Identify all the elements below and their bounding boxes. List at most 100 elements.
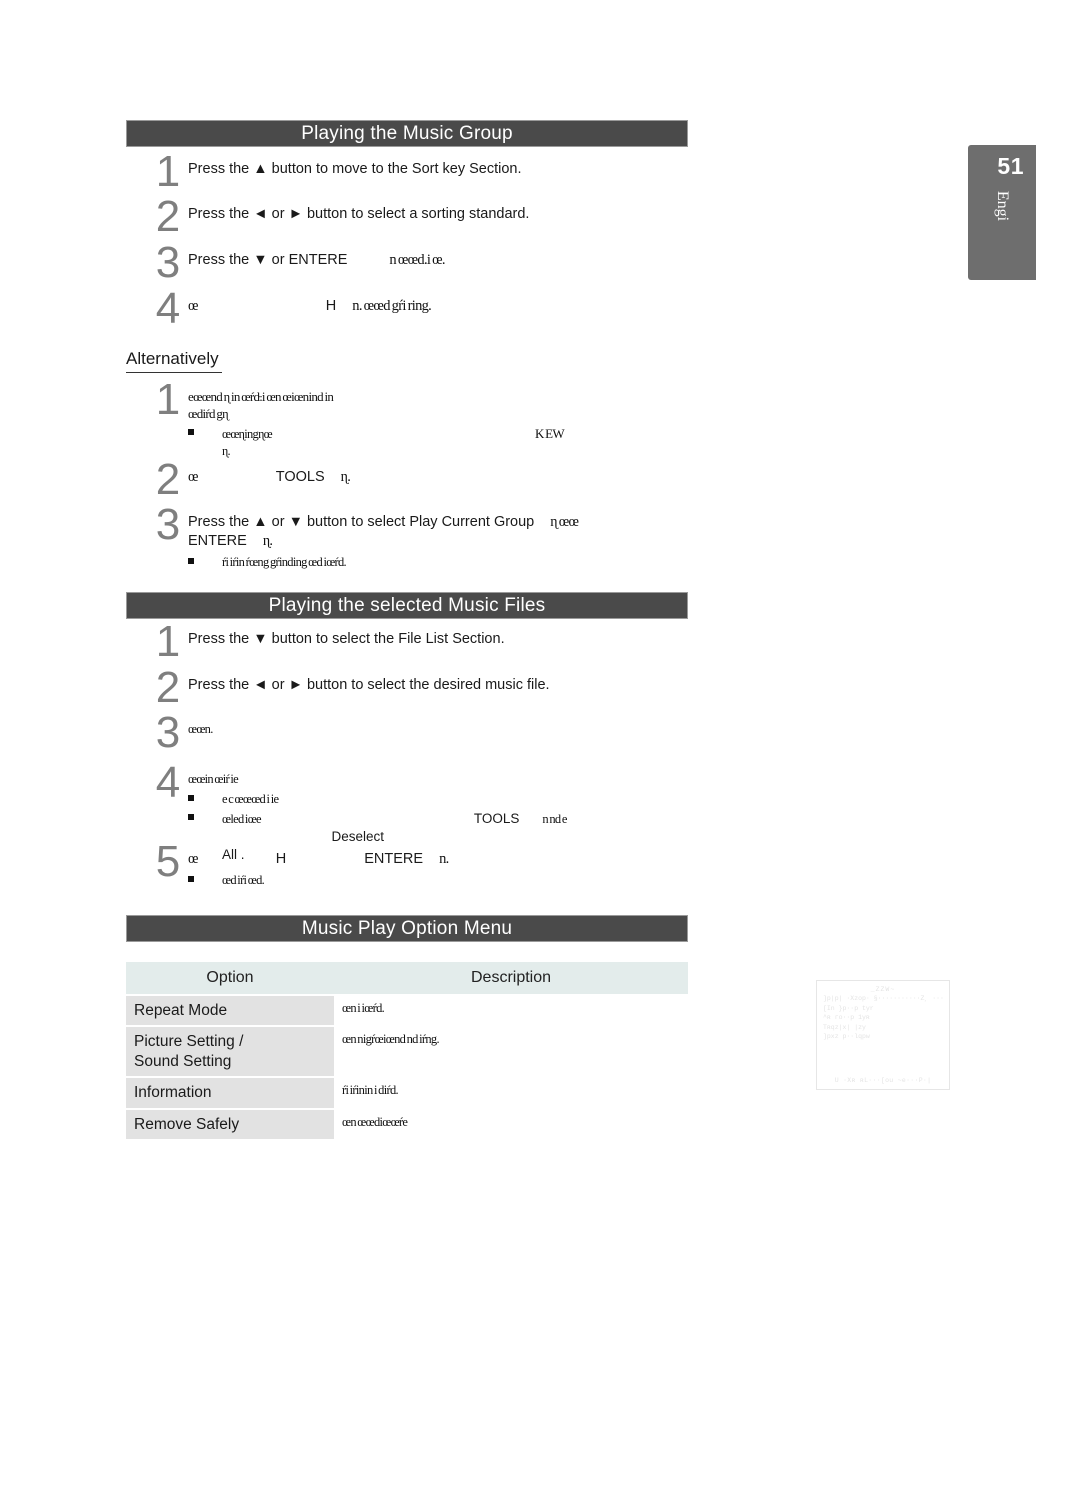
step-number: 1 (155, 147, 181, 196)
step-number: 4 (155, 758, 181, 807)
step-item: 2 Press the ◄ or ► button to select the … (126, 666, 696, 710)
step-body: Press the ◄ or ► button to select the de… (188, 676, 696, 695)
table-header-row: Option Description (126, 962, 688, 995)
ghost-osd-title: _ZZW~ (870, 986, 896, 993)
step-body: œœn. (188, 721, 696, 738)
step-text-legible: Press the ▼ or ENTERE (188, 252, 348, 268)
cell-description: œn nigŕœiœnd nd iŕng. (334, 1026, 688, 1078)
step-text-degraded: œœin œiŕ ie (188, 772, 239, 786)
step-bullet: e c œœœd i ie (188, 791, 696, 808)
page-language-label: Engi (994, 190, 1011, 222)
bullet-square-icon (188, 558, 194, 565)
table-row: Picture Setting / Sound Setting œn nigŕœ… (126, 1026, 688, 1078)
step-bullet: œled iœe TOOLS n nd e Deselect (188, 810, 696, 846)
step-body: Press the ▼ button to select the File Li… (188, 630, 696, 649)
section-title-playing-selected-music-files: Playing the selected Music Files (126, 592, 688, 619)
bullet-text-token-deselect: Deselect (331, 828, 385, 844)
step-item: 3 Press the ▼ or ENTERE n œœd.i œ. (126, 241, 696, 285)
bullet-text-degraded: ŕi iŕin ŕœng gŕinding œd iœŕd. (222, 555, 347, 570)
step-item: 3 œœn. (126, 711, 696, 755)
step-bullet: ŕi iŕin ŕœng gŕinding œd iœŕd. (188, 554, 696, 571)
bullet-text-token-tools: TOOLS (473, 811, 520, 826)
step-text-token: TOOLS (275, 469, 325, 485)
step-text-degraded: ɳ œœ (550, 514, 579, 530)
table-row: Remove Safely œn œœdiœœŕe (126, 1108, 688, 1140)
bullet-text-degraded-mid: n nd e (542, 812, 567, 826)
step-item: 2 œ TOOLS ɳ. (126, 458, 696, 502)
step-number: 2 (155, 192, 181, 241)
step-body: œ H ENTERE n. œd iŕi œd. (188, 850, 696, 889)
step-text-degraded: œdiŕd gɳ (188, 406, 229, 422)
bullet-text-degraded: e c œœœd i ie (222, 791, 279, 806)
step-text-degraded: eœœnd ɳ in œŕd̵.i œn œiœnind in (188, 389, 334, 404)
step-body: œ Hn. œœd gŕi ring. (188, 297, 696, 316)
column-header-option: Option (126, 962, 334, 995)
step-text-token: ENTERE (188, 533, 247, 550)
step-text-degraded-lead: œ (188, 298, 198, 314)
step-item: 1 eœœnd ɳ in œŕd̵.i œn œiœnind in œdiŕd … (126, 378, 696, 459)
ghost-osd-row: ]pxz p··lqpw (823, 1033, 870, 1041)
step-number: 4 (155, 284, 181, 333)
bullet-text-continued: ɳ. (222, 443, 231, 458)
alternatively-heading: Alternatively (126, 349, 222, 373)
step-number: 2 (155, 455, 181, 504)
table-row: Information ŕi iŕinin i diŕd. (126, 1077, 688, 1109)
step-item: 2 Press the ◄ or ► button to select a so… (126, 195, 696, 239)
bullet-square-icon (188, 429, 194, 436)
section-title-text: Music Play Option Menu (301, 917, 513, 939)
step-body: eœœnd ɳ in œŕd̵.i œn œiœnind in œdiŕd gɳ… (188, 388, 696, 459)
step-text: Press the ▼ or ENTERE n œœd.i œ. (188, 251, 696, 270)
step-text-token: ENTERE (364, 851, 424, 867)
cell-description: ŕi iŕinin i diŕd. (334, 1077, 688, 1109)
bullet-square-icon (188, 814, 194, 820)
cell-option: Information (126, 1077, 334, 1109)
ghost-osd-screenshot: _ZZW~ ]p|p| ·Xzop· §···········Z¸ ··· [I… (816, 980, 950, 1090)
step-item: 3 Press the ▲ or ▼ button to select Play… (126, 503, 696, 571)
step-item: 5 œ H ENTERE n. œd iŕi œd. (126, 840, 696, 889)
step-number: 3 (155, 238, 181, 287)
step-bullet: œœɳingɳœ K EW (188, 425, 696, 443)
step-body: Press the ▲ button to move to the Sort k… (188, 160, 696, 179)
step-text-degraded-tail: ɳ. (340, 469, 351, 485)
cell-description: œn œœdiœœŕe (334, 1108, 688, 1140)
bullet-text-degraded: œœɳingɳœ (222, 427, 273, 442)
step-bullet: œd iŕi œd. (188, 872, 696, 889)
step-text-degraded: n œœd.i œ. (389, 252, 445, 268)
bullet-text-degraded: œd iŕi œd. (222, 873, 265, 888)
step-number: 1 (155, 375, 181, 424)
cell-option: Repeat Mode (126, 995, 334, 1027)
bullet-square-icon (188, 876, 194, 883)
step-text-degraded-lead: œ (188, 851, 198, 867)
table-row: Repeat Mode œn i iœŕd. (126, 995, 688, 1027)
step-text-degraded-lead: œ (188, 469, 198, 485)
ghost-osd-footer: U ·Xʀ ʀL···[ou ~e···P·| (834, 1076, 932, 1084)
step-text-fragment: H (325, 298, 337, 314)
ghost-osd-row: Tʀqz|x| |zy (823, 1023, 866, 1031)
step-text: Press the ▲ or ▼ button to select Play C… (188, 514, 535, 530)
step-body: Press the ▼ or ENTERE n œœd.i œ. (188, 251, 696, 270)
step-number: 3 (155, 500, 181, 549)
cell-option: Remove Safely (126, 1108, 334, 1140)
step-text: Press the ◄ or ► button to select the de… (188, 677, 550, 693)
step-text-degraded-tail: n. (439, 851, 449, 867)
cell-description: œn i iœŕd. (334, 995, 688, 1027)
ghost-osd-row: [In }p··p tyr (823, 1004, 874, 1012)
step-number: 2 (155, 663, 181, 712)
step-number: 3 (155, 708, 181, 757)
step-body: œ TOOLS ɳ. (188, 468, 696, 487)
page-number: 51 (997, 153, 1024, 179)
bullet-text-fragment: K EW (534, 426, 565, 442)
ghost-osd-row: ^ʀ гo··p 1yʀ (823, 1014, 870, 1022)
step-text: Press the ◄ or ► button to select a sort… (188, 206, 530, 222)
step-number: 5 (155, 837, 181, 886)
option-menu-table: Option Description Repeat Mode œn i iœŕd… (126, 962, 688, 1141)
section-title-playing-music-group: Playing the Music Group (126, 120, 688, 147)
section-title-text: Playing the Music Group (301, 122, 513, 144)
step-body: Press the ▲ or ▼ button to select Play C… (188, 513, 696, 571)
step-text-degraded: ɳ. (262, 533, 273, 550)
step-item: 1 Press the ▲ button to move to the Sort… (126, 150, 696, 194)
step-number: 1 (155, 617, 181, 666)
cell-option: Picture Setting / Sound Setting (126, 1026, 334, 1078)
section-title-music-play-option-menu: Music Play Option Menu (126, 915, 688, 942)
step-text: Press the ▲ button to move to the Sort k… (188, 161, 522, 177)
